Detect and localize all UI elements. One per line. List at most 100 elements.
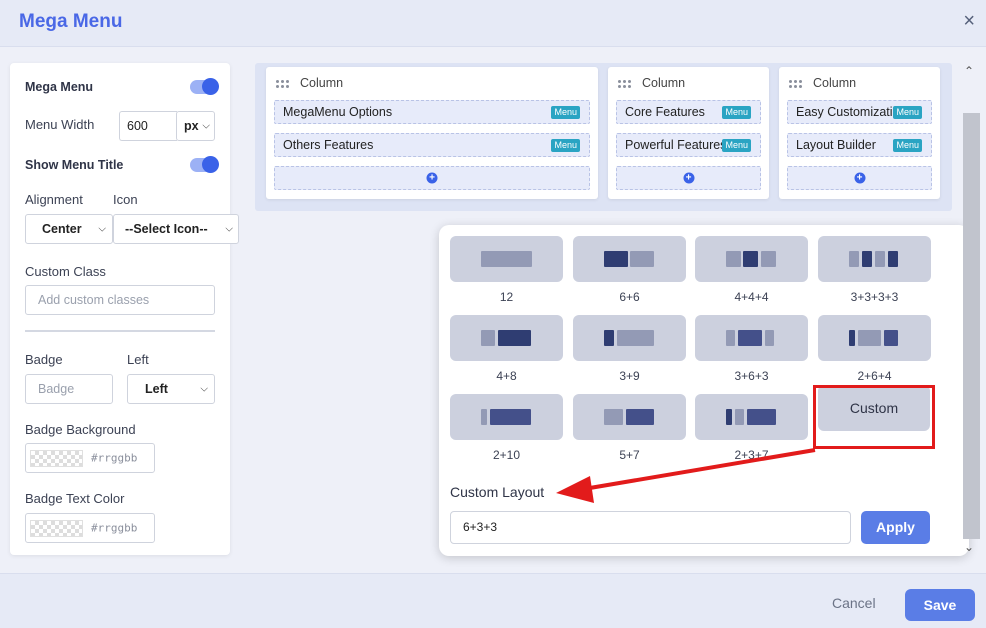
save-button[interactable]: Save — [905, 589, 975, 621]
column-card[interactable]: Column Easy Customization Menu Layout Bu… — [779, 67, 940, 199]
toggle-knob — [202, 156, 219, 173]
layout-thumbnail — [818, 315, 931, 361]
icon-select[interactable]: --Select Icon-- ⌵ — [113, 214, 239, 244]
layout-thumbnail — [695, 394, 808, 440]
custom-layout-input[interactable]: 6+3+3 — [450, 511, 851, 544]
badge-placeholder: Badge — [38, 382, 75, 396]
menu-item-badge: Menu — [551, 139, 580, 152]
custom-layout-label: Custom Layout — [450, 484, 545, 500]
menu-width-label: Menu Width — [25, 117, 95, 132]
add-item-button[interactable]: + — [616, 166, 761, 190]
menu-item-label: Core Features — [625, 105, 705, 119]
chevron-down-icon: ⌵ — [200, 383, 208, 395]
show-title-label: Show Menu Title — [25, 158, 124, 172]
menu-item[interactable]: Powerful Features Menu — [616, 133, 761, 157]
chevron-down-icon: ⌵ — [202, 120, 210, 132]
menu-width-input[interactable]: 600 — [119, 111, 177, 141]
layout-label: 12 — [499, 290, 514, 304]
column-card[interactable]: Column MegaMenu Options Menu Others Feat… — [266, 67, 598, 199]
color-swatch[interactable] — [30, 520, 83, 537]
layout-picker: 12 6+6 4+4+4 3+3+3+3 4+8 3+9 3+6+3 2+6+4… — [439, 225, 969, 556]
modal-body: Mega Menu Menu Width 600 px ⌵ Show Menu … — [0, 48, 986, 573]
layout-label: 3+9 — [619, 369, 640, 383]
divider — [25, 330, 215, 332]
menu-item[interactable]: Others Features Menu — [274, 133, 590, 157]
close-icon[interactable]: × — [963, 11, 975, 31]
column-card[interactable]: Column Core Features Menu Powerful Featu… — [608, 67, 769, 199]
badge-bg-color-picker[interactable]: #rrggbb — [25, 443, 155, 473]
layout-label: 4+8 — [496, 369, 517, 383]
scroll-down-icon[interactable]: ⌄ — [964, 540, 974, 554]
cancel-button[interactable]: Cancel — [832, 595, 876, 611]
column-title: Column — [813, 76, 857, 90]
drag-handle-icon[interactable] — [618, 80, 632, 90]
layout-thumbnail — [573, 315, 686, 361]
custom-class-placeholder: Add custom classes — [38, 293, 150, 307]
menu-item-badge: Menu — [722, 106, 751, 119]
layout-label: 3+6+3 — [734, 369, 769, 383]
menu-item-badge: Menu — [893, 139, 922, 152]
badge-label: Badge — [25, 352, 63, 367]
add-item-button[interactable]: + — [274, 166, 590, 190]
menu-item-label: MegaMenu Options — [283, 105, 393, 119]
layout-thumbnail — [573, 236, 686, 282]
menu-item-label: Layout Builder — [796, 138, 876, 152]
menu-item-label: Others Features — [283, 138, 374, 152]
column-title: Column — [300, 76, 344, 90]
menu-width-value: 600 — [127, 119, 148, 133]
mega-menu-toggle[interactable] — [190, 78, 219, 95]
chevron-down-icon: ⌵ — [98, 223, 106, 235]
add-item-button[interactable]: + — [787, 166, 932, 190]
modal-title: Mega Menu — [19, 11, 123, 32]
plus-icon: + — [854, 172, 865, 184]
menu-item-label: Easy Customization — [796, 105, 896, 119]
layout-thumbnail — [695, 315, 808, 361]
scroll-up-icon[interactable]: ⌃ — [964, 64, 974, 78]
apply-button[interactable]: Apply — [861, 511, 930, 544]
scrollbar-thumb[interactable] — [963, 113, 980, 539]
alignment-value: Center — [42, 222, 82, 236]
alignment-label: Alignment — [25, 192, 83, 207]
menu-width-unit: px — [184, 119, 199, 133]
icon-label: Icon — [113, 192, 138, 207]
layout-label: 2+6+4 — [857, 369, 892, 383]
menu-item[interactable]: MegaMenu Options Menu — [274, 100, 590, 124]
custom-class-input[interactable]: Add custom classes — [25, 285, 215, 315]
badge-text-color-label: Badge Text Color — [25, 491, 125, 506]
badge-text-color-placeholder: #rrggbb — [91, 521, 138, 535]
layout-thumbnail — [573, 394, 686, 440]
menu-item[interactable]: Core Features Menu — [616, 100, 761, 124]
drag-handle-icon[interactable] — [789, 80, 803, 90]
mega-menu-label: Mega Menu — [25, 80, 94, 94]
badge-input[interactable]: Badge — [25, 374, 113, 404]
columns-area: Column MegaMenu Options Menu Others Feat… — [255, 63, 952, 211]
badge-text-color-picker[interactable]: #rrggbb — [25, 513, 155, 543]
badge-position-label: Left — [127, 352, 149, 367]
layout-label: 3+3+3+3 — [850, 290, 899, 304]
alignment-select[interactable]: Center ⌵ — [25, 214, 113, 244]
layout-label: 5+7 — [619, 448, 640, 462]
layout-thumbnail — [450, 315, 563, 361]
custom-class-label: Custom Class — [25, 264, 106, 279]
toggle-knob — [202, 78, 219, 95]
plus-icon: + — [426, 172, 438, 184]
layout-thumbnail — [695, 236, 808, 282]
menu-item[interactable]: Layout Builder Menu — [787, 133, 932, 157]
layout-thumbnail — [450, 394, 563, 440]
color-swatch[interactable] — [30, 450, 83, 467]
layout-thumbnail — [818, 236, 931, 282]
badge-position-select[interactable]: Left ⌵ — [127, 374, 215, 404]
custom-layout-button[interactable]: Custom — [818, 385, 930, 431]
menu-item-badge: Menu — [722, 139, 751, 152]
modal-footer: Cancel Save — [0, 573, 986, 628]
layout-label: 4+4+4 — [734, 290, 769, 304]
menu-item[interactable]: Easy Customization Menu — [787, 100, 932, 124]
show-title-toggle[interactable] — [190, 156, 219, 173]
menu-item-label: Powerful Features — [625, 138, 725, 152]
chevron-down-icon: ⌵ — [225, 223, 233, 235]
menu-width-unit-select[interactable]: px ⌵ — [176, 111, 215, 141]
layout-label: 6+6 — [619, 290, 640, 304]
badge-bg-label: Badge Background — [25, 422, 136, 437]
drag-handle-icon[interactable] — [276, 80, 290, 90]
modal-header: Mega Menu × — [0, 0, 986, 47]
